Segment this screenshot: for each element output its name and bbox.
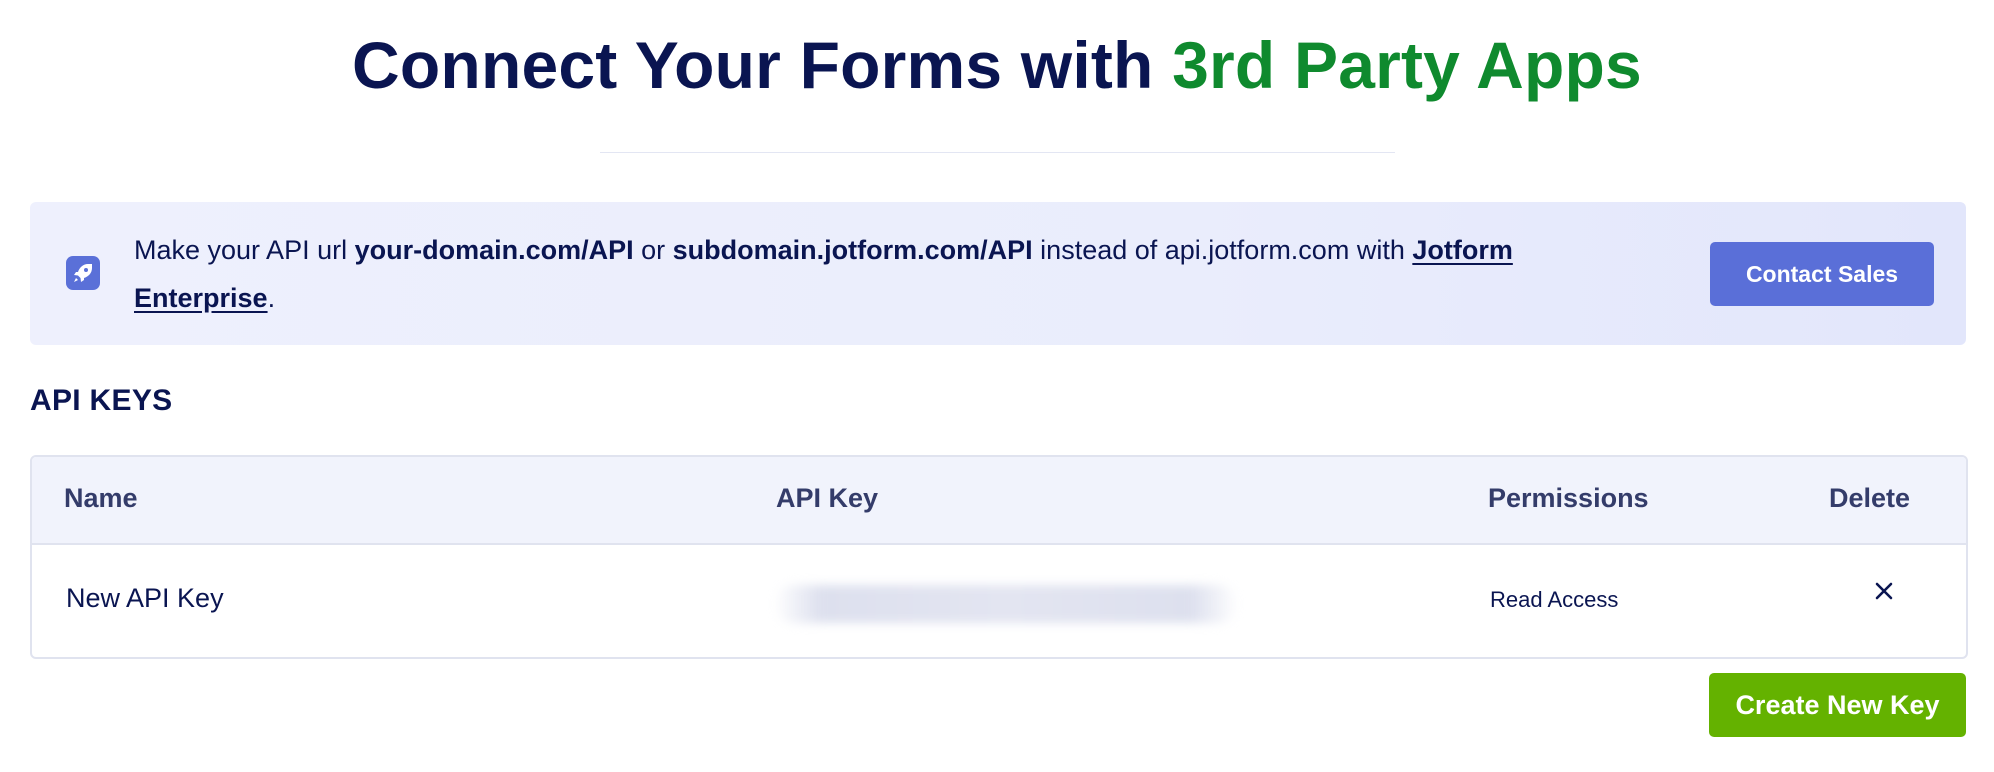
- create-new-key-button[interactable]: Create New Key: [1709, 673, 1966, 737]
- contact-sales-button[interactable]: Contact Sales: [1710, 242, 1934, 306]
- page: Connect Your Forms with 3rd Party Apps M…: [0, 0, 1994, 772]
- api-key-permissions[interactable]: Read Access: [1490, 587, 1618, 613]
- column-header-delete: Delete: [1829, 483, 1911, 513]
- banner-text-4: .: [267, 283, 276, 313]
- banner-text-2: or: [633, 235, 673, 265]
- banner-text-1: Make your API url: [134, 235, 355, 265]
- api-keys-table: Name API Key Permissions Delete New API …: [30, 455, 1968, 659]
- column-header-api-key: API Key: [776, 483, 879, 513]
- rocket-icon: [66, 256, 100, 290]
- banner-subdomain-example: subdomain.jotform.com/API: [672, 235, 1033, 265]
- table-header: Name API Key Permissions Delete: [32, 457, 1966, 545]
- close-icon[interactable]: [1866, 573, 1902, 609]
- page-title-accent: 3rd Party Apps: [1172, 28, 1642, 102]
- page-title: Connect Your Forms with 3rd Party Apps: [0, 22, 1994, 108]
- banner-message: Make your API url your-domain.com/API or…: [134, 226, 1634, 322]
- column-header-name: Name: [64, 483, 138, 513]
- table-row: New API Key Read Access: [32, 545, 1966, 657]
- column-header-permissions: Permissions: [1488, 483, 1649, 513]
- enterprise-banner: Make your API url your-domain.com/API or…: [30, 202, 1966, 345]
- banner-text-3: instead of api.jotform.com with: [1032, 235, 1413, 265]
- api-key-value-redacted[interactable]: [774, 585, 1238, 623]
- page-title-main: Connect Your Forms with: [352, 28, 1173, 102]
- banner-domain-example: your-domain.com/API: [354, 235, 634, 265]
- api-key-name: New API Key: [66, 583, 224, 613]
- api-keys-heading: API KEYS: [30, 384, 173, 417]
- title-divider: [600, 152, 1395, 153]
